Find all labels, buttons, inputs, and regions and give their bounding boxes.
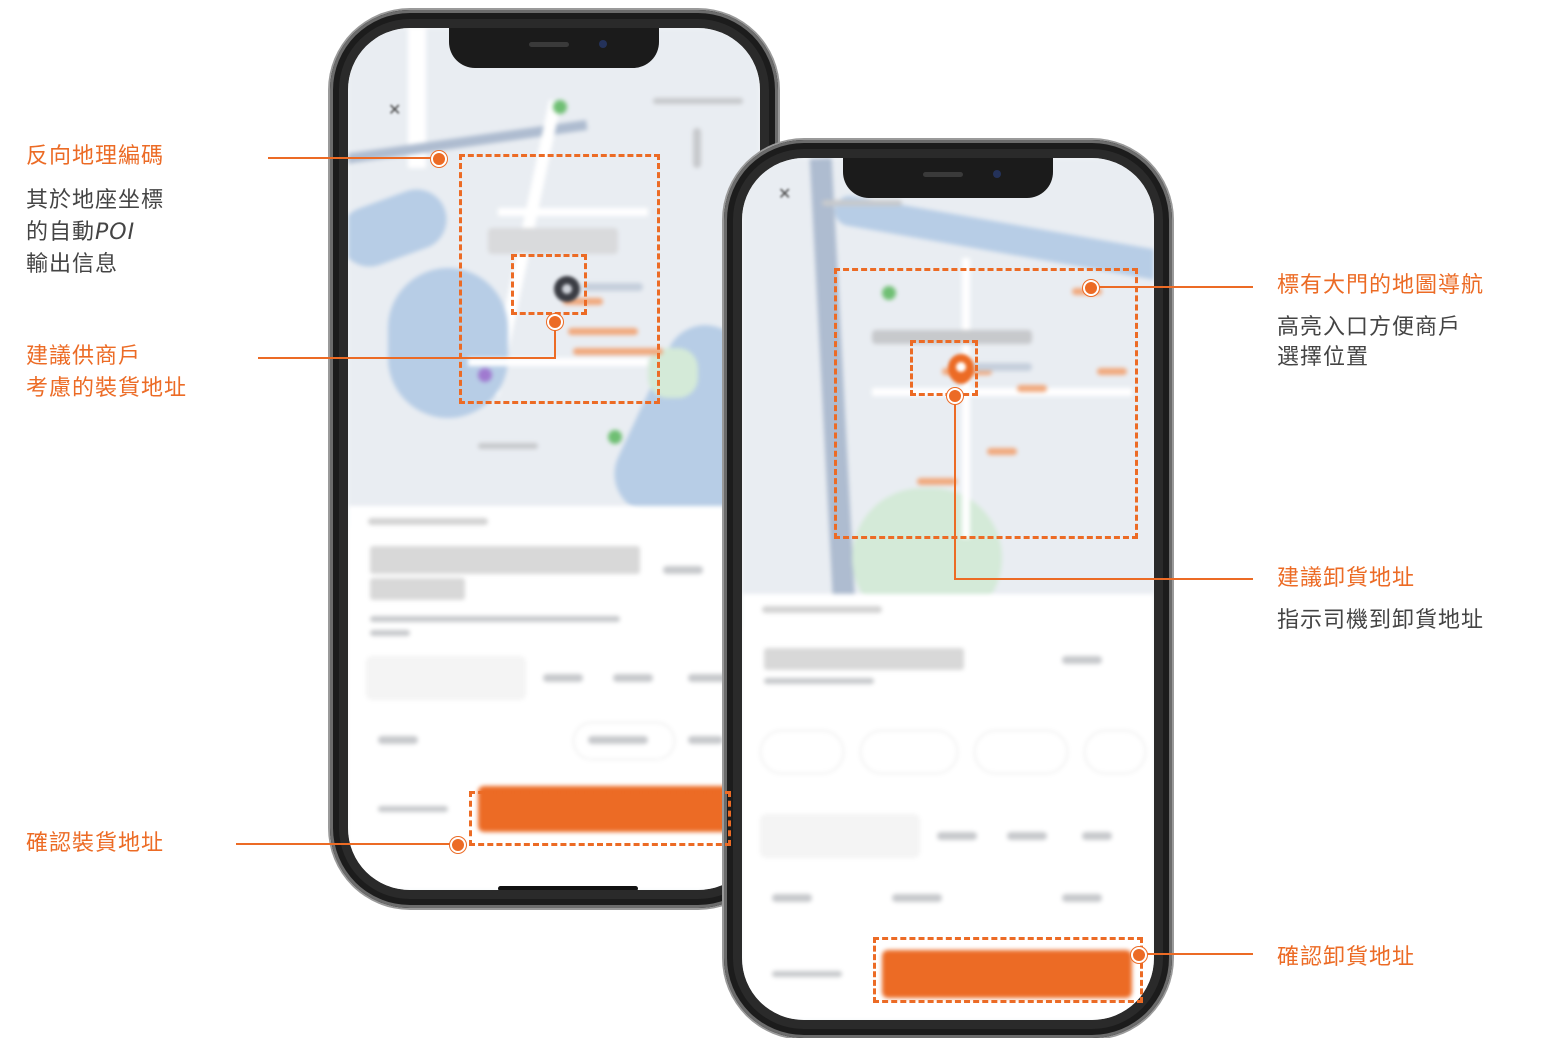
annotation-gate-navigation: 標有大門的地圖導航 高亮入口方便商戶 選擇位置 (1277, 271, 1484, 373)
home-indicator (498, 886, 638, 890)
highlight-gate-navigation (834, 268, 1138, 539)
annotation-reverse-geocoding: 反向地理編碼 其於地座坐標 的自動POI 輸出信息 (26, 142, 164, 280)
annotation-suggested-dropoff: 建議卸貨地址 指示司機到卸貨地址 (1277, 564, 1484, 636)
highlight-dropoff-pin (910, 340, 978, 396)
annotation-desc-line: 指示司機到卸貨地址 (1277, 608, 1485, 633)
annotation-desc-line: 其於地座坐標 (26, 188, 165, 213)
annotation-title: 反向地理編碼 (26, 144, 165, 169)
annotation-title: 確認裝貨地址 (26, 831, 165, 856)
phone-notch (449, 28, 659, 68)
highlight-confirm-dropoff (873, 937, 1143, 1003)
phone-pickup: ✕ (330, 10, 778, 908)
annotation-desc-line: 選擇位置 (1277, 345, 1370, 370)
annotation-desc-italic: POI (95, 220, 136, 245)
annotation-title: 確認卸貨地址 (1277, 945, 1416, 970)
annotation-confirm-pickup: 確認裝貨地址 (26, 829, 164, 859)
highlight-pickup-pin (511, 254, 587, 315)
close-icon[interactable]: ✕ (778, 184, 791, 203)
annotation-desc-line: 輸出信息 (26, 252, 119, 277)
annotation-title: 建議卸貨地址 (1277, 566, 1416, 591)
phone-notch (843, 158, 1053, 198)
close-icon[interactable]: ✕ (388, 100, 401, 119)
annotation-title: 建議供商戶 (26, 344, 142, 369)
highlight-confirm-pickup (469, 791, 731, 846)
annotation-desc-line: 的自動 (26, 220, 96, 245)
annotation-title: 考慮的裝貨地址 (26, 376, 188, 401)
annotation-suggested-pickup: 建議供商戶 考慮的裝貨地址 (26, 342, 187, 404)
annotation-desc-line: 高亮入口方便商戶 (1277, 315, 1462, 340)
annotation-title: 標有大門的地圖導航 (1277, 273, 1485, 298)
annotation-confirm-dropoff: 確認卸貨地址 (1277, 943, 1415, 973)
